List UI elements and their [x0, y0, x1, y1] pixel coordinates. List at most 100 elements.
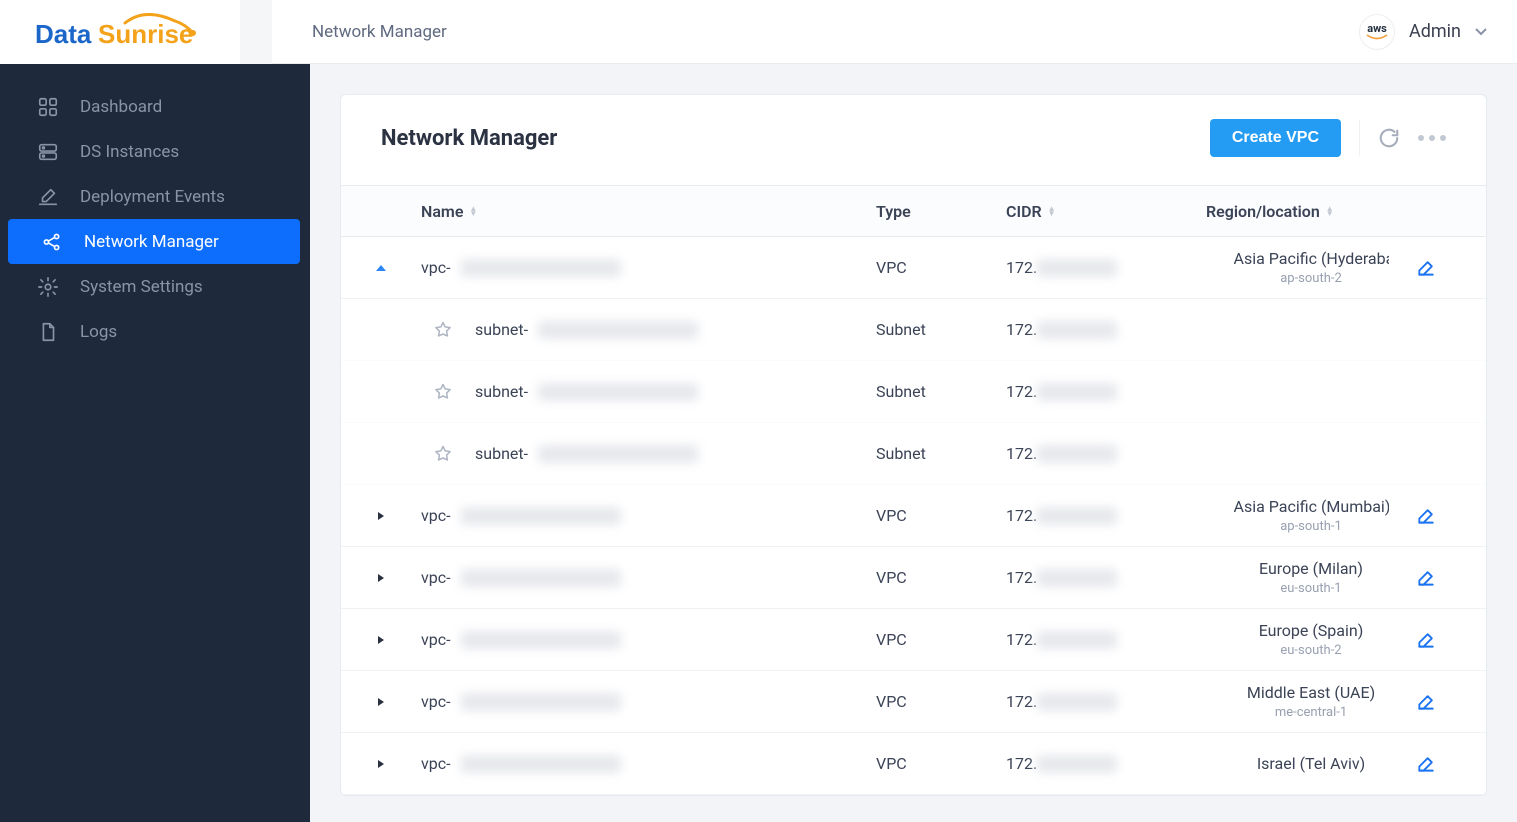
row-region-name: Middle East (UAE) [1247, 683, 1375, 702]
redacted-text [461, 507, 621, 525]
refresh-icon[interactable] [1378, 127, 1400, 149]
sidebar-item-system-settings[interactable]: System Settings [4, 264, 298, 309]
row-name-prefix: vpc- [421, 754, 451, 773]
subrow-cidr-prefix: 172. [1006, 320, 1037, 339]
star-icon[interactable] [421, 444, 465, 464]
row-name-prefix: vpc- [421, 506, 451, 525]
expand-toggle-icon[interactable] [341, 697, 421, 707]
cloud-provider-badge: aws [1359, 14, 1395, 50]
user-menu[interactable]: aws Admin [1359, 14, 1517, 50]
row-region-name: Israel (Tel Aviv) [1257, 754, 1365, 773]
row-region-name: Europe (Spain) [1259, 621, 1364, 640]
sidebar-item-logs[interactable]: Logs [4, 309, 298, 354]
main-content: Network Manager Create VPC Name ▲▼ [310, 64, 1517, 822]
create-vpc-button[interactable]: Create VPC [1210, 119, 1341, 157]
row-cidr-prefix: 172. [1006, 754, 1037, 773]
edit-icon[interactable] [1416, 506, 1436, 526]
redacted-text [461, 755, 621, 773]
table-header: Name ▲▼ Type CIDR ▲▼ Region/location ▲▼ [341, 185, 1486, 237]
sort-icon: ▲▼ [469, 206, 477, 216]
row-cidr-prefix: 172. [1006, 568, 1037, 587]
row-type: VPC [876, 630, 1006, 649]
subrow-cidr-prefix: 172. [1006, 382, 1037, 401]
subrow-name-prefix: subnet- [475, 444, 528, 463]
row-cidr-prefix: 172. [1006, 692, 1037, 711]
sidebar-item-label: DS Instances [80, 142, 179, 162]
col-type[interactable]: Type [876, 202, 1006, 221]
sort-icon: ▲▼ [1326, 206, 1334, 216]
user-name-label: Admin [1409, 21, 1461, 42]
row-region-code: ap-south-1 [1280, 519, 1342, 534]
subrow-type: Subnet [876, 320, 1006, 339]
expand-toggle-icon[interactable] [341, 635, 421, 645]
row-cidr-prefix: 172. [1006, 630, 1037, 649]
topbar: Data Sunrise Network Manager aws Admin [0, 0, 1517, 64]
row-region-code: me-central-1 [1275, 705, 1347, 720]
redacted-text [1037, 631, 1117, 649]
sidebar-item-ds-instances[interactable]: DS Instances [4, 129, 298, 174]
sort-icon: ▲▼ [1048, 206, 1056, 216]
divider [1359, 120, 1360, 156]
redacted-text [461, 569, 621, 587]
edit-icon[interactable] [1416, 692, 1436, 712]
redacted-text [1037, 507, 1117, 525]
chevron-down-icon [1475, 24, 1487, 40]
row-cidr-prefix: 172. [1006, 258, 1037, 277]
row-region-code: eu-south-2 [1280, 643, 1341, 658]
table-row: vpc- VPC 172. Israel (Tel Aviv) [341, 733, 1486, 795]
sidebar-item-label: Dashboard [80, 97, 162, 117]
redacted-text [1037, 259, 1117, 277]
sidebar-item-network-manager[interactable]: Network Manager [8, 219, 300, 264]
panel-title: Network Manager [381, 126, 557, 151]
edit-icon[interactable] [1416, 258, 1436, 278]
redacted-text [538, 445, 698, 463]
server-icon [34, 141, 62, 163]
page-breadcrumb-title: Network Manager [272, 22, 1359, 42]
redacted-text [1037, 693, 1117, 711]
svg-text:Data: Data [35, 19, 92, 49]
sidebar-item-label: Deployment Events [80, 187, 225, 207]
more-actions-icon[interactable] [1418, 135, 1446, 141]
row-name-prefix: vpc- [421, 258, 451, 277]
row-name-prefix: vpc- [421, 568, 451, 587]
star-icon[interactable] [421, 382, 465, 402]
col-name[interactable]: Name ▲▼ [421, 202, 876, 221]
redacted-text [1037, 755, 1117, 773]
subrow-cidr-prefix: 172. [1006, 444, 1037, 463]
col-cidr[interactable]: CIDR ▲▼ [1006, 202, 1206, 221]
redacted-text [461, 631, 621, 649]
network-manager-panel: Network Manager Create VPC Name ▲▼ [340, 94, 1487, 796]
sidebar-item-deployment-events[interactable]: Deployment Events [4, 174, 298, 219]
row-region-name: Asia Pacific (Hyderabad) [1234, 249, 1389, 268]
redacted-text [538, 321, 698, 339]
row-type: VPC [876, 754, 1006, 773]
share-icon [38, 231, 66, 253]
expand-toggle-icon[interactable] [341, 511, 421, 521]
col-region[interactable]: Region/location ▲▼ [1206, 202, 1416, 221]
sidebar-item-label: Logs [80, 322, 117, 342]
sidebar-item-dashboard[interactable]: Dashboard [4, 84, 298, 129]
table-row: vpc- VPC 172. Europe (Milan) eu-south-1 [341, 547, 1486, 609]
row-region-code: ap-south-2 [1280, 271, 1342, 286]
row-type: VPC [876, 258, 1006, 277]
edit-icon[interactable] [1416, 630, 1436, 650]
table-row: vpc- VPC 172. Asia Pacific (Hyderabad) a… [341, 237, 1486, 299]
expand-toggle-icon[interactable] [341, 759, 421, 769]
row-region-code: eu-south-1 [1280, 581, 1341, 596]
expand-toggle-icon[interactable] [341, 263, 421, 273]
row-region-name: Europe (Milan) [1259, 559, 1363, 578]
subrow-name-prefix: subnet- [475, 382, 528, 401]
grid-icon [34, 96, 62, 118]
logo[interactable]: Data Sunrise [0, 0, 240, 64]
row-name-prefix: vpc- [421, 692, 451, 711]
row-type: VPC [876, 692, 1006, 711]
edit-icon[interactable] [1416, 754, 1436, 774]
edit-icon[interactable] [1416, 568, 1436, 588]
pencil-line-icon [34, 186, 62, 208]
star-icon[interactable] [421, 320, 465, 340]
sidebar: Dashboard DS Instances Deployment Events… [0, 64, 310, 822]
expand-toggle-icon[interactable] [341, 573, 421, 583]
gear-icon [34, 276, 62, 298]
row-name-prefix: vpc- [421, 630, 451, 649]
sidebar-collapse-handle[interactable] [240, 0, 272, 64]
